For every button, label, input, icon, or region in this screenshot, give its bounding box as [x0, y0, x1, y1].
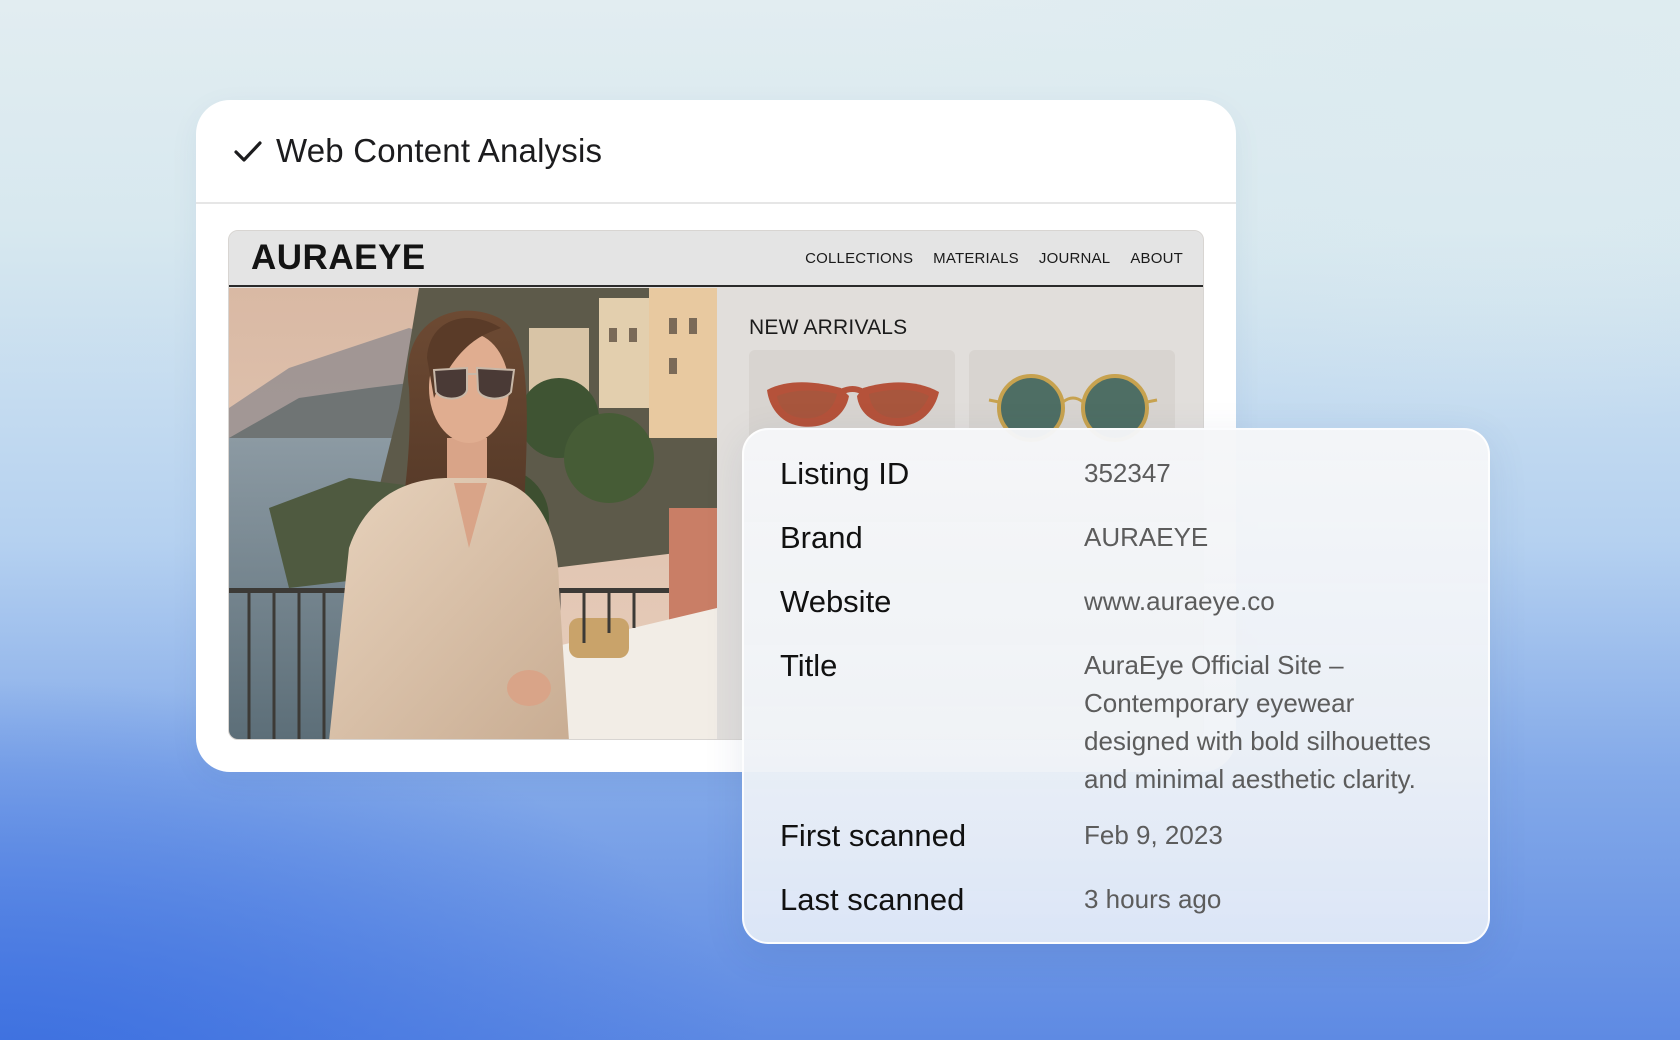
metadata-panel: Listing ID 352347 Brand AURAEYE Website … [742, 428, 1490, 944]
hero-photo [229, 288, 717, 739]
meta-label: Listing ID [780, 456, 910, 491]
meta-label: First scanned [780, 818, 967, 853]
check-icon [234, 141, 262, 162]
meta-label: Last scanned [780, 882, 965, 917]
meta-value: Feb 9, 2023 [1084, 820, 1223, 850]
hero-image [229, 288, 717, 739]
meta-value: AURAEYE [1084, 522, 1209, 552]
meta-value[interactable]: www.auraeye.co [1084, 582, 1464, 620]
meta-label: Title [780, 648, 838, 683]
site-nav-bar: AURAEYE COLLECTIONS MATERIALS JOURNAL AB… [229, 231, 1203, 287]
meta-label: Website [780, 584, 892, 619]
nav-collections[interactable]: COLLECTIONS [805, 250, 913, 267]
card-header: Web Content Analysis [196, 100, 1236, 204]
meta-value: 352347 [1084, 458, 1171, 488]
meta-label: Brand [780, 520, 863, 555]
nav-materials[interactable]: MATERIALS [933, 250, 1019, 267]
card-title: Web Content Analysis [276, 132, 603, 169]
new-arrivals-title: NEW ARRIVALS [749, 316, 908, 339]
meta-value: 3 hours ago [1084, 884, 1222, 914]
nav-journal[interactable]: JOURNAL [1039, 250, 1110, 267]
site-logo[interactable]: AURAEYE [251, 238, 426, 278]
site-menu: COLLECTIONS MATERIALS JOURNAL ABOUT [805, 250, 1183, 267]
meta-value: AuraEye Official Site – Contemporary eye… [1084, 650, 1431, 794]
nav-about[interactable]: ABOUT [1130, 250, 1183, 267]
